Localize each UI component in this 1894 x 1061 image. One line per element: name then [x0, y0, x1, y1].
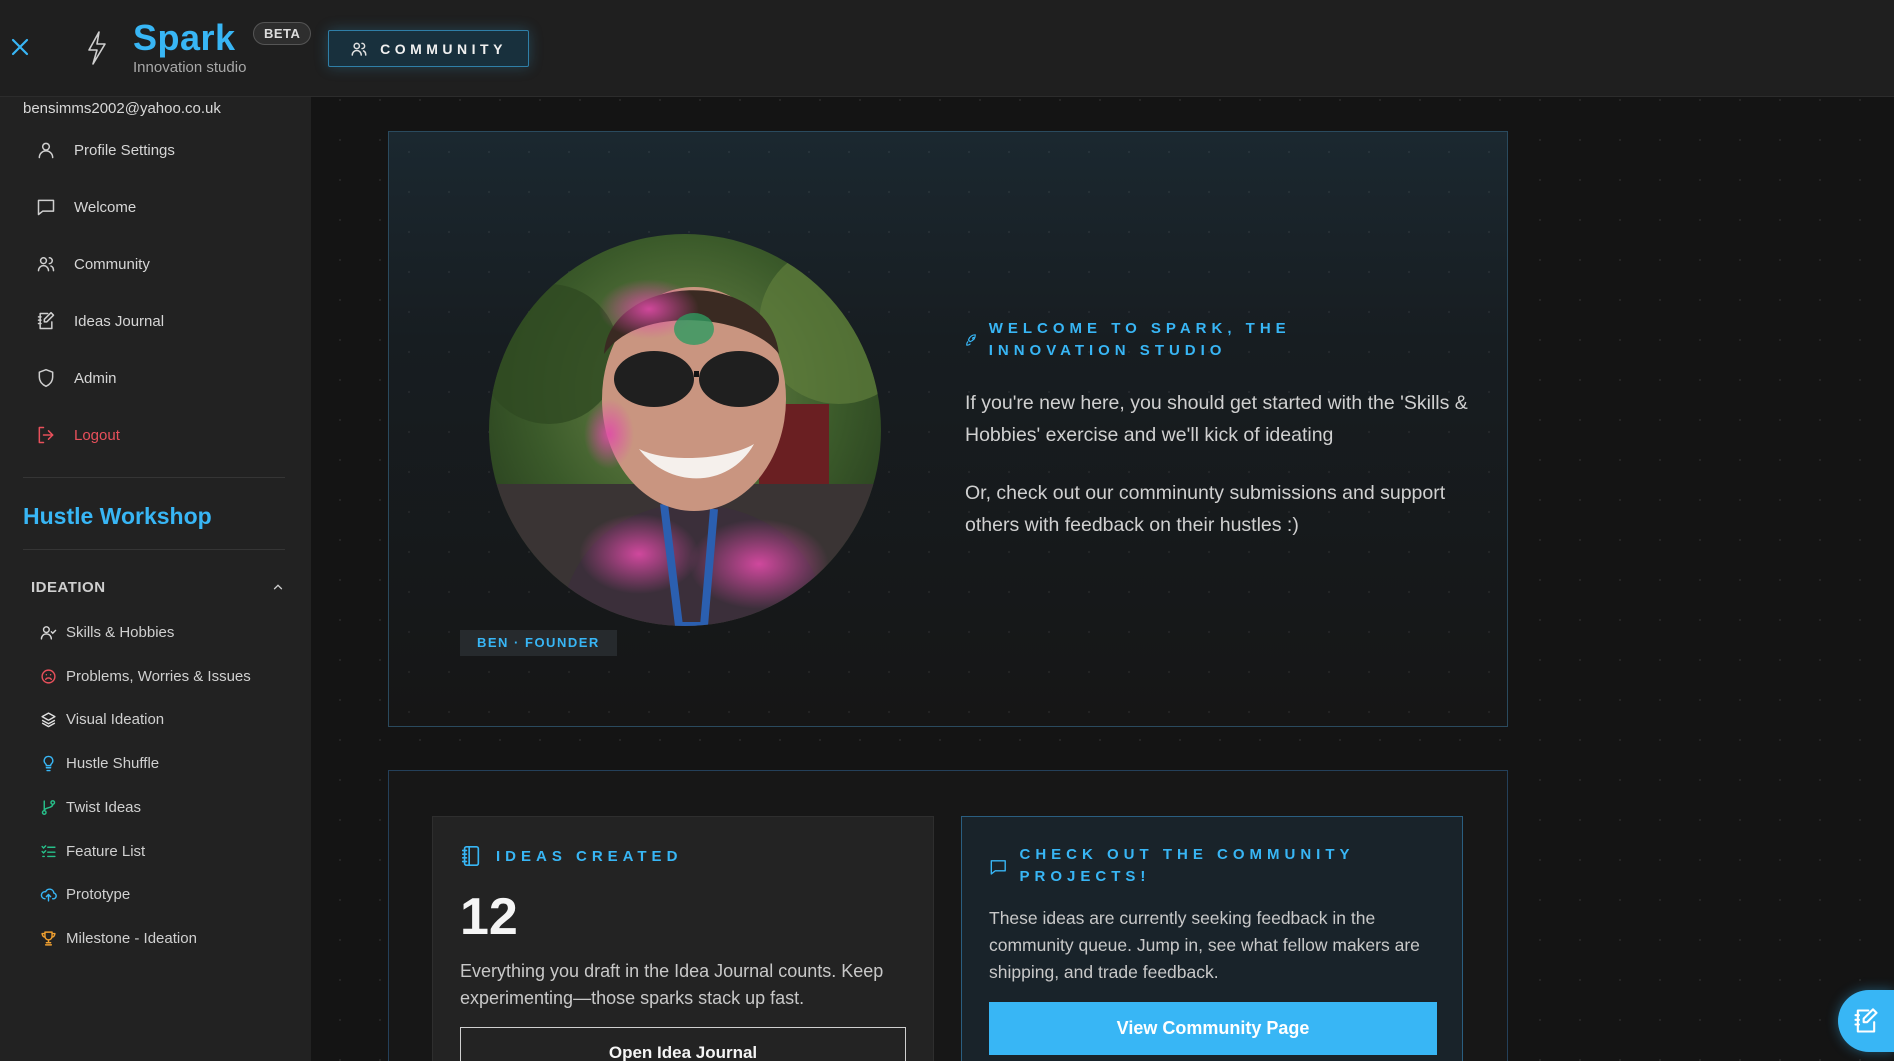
notebook-icon: [461, 846, 480, 866]
ideation-item-label: Feature List: [66, 842, 146, 860]
ideation-item-problems[interactable]: Problems, Worries & Issues: [40, 663, 251, 689]
founder-badge: BEN · FOUNDER: [460, 630, 617, 656]
welcome-paragraph-1: If you're new here, you should get start…: [965, 392, 1468, 446]
ideas-description: Everything you draft in the Idea Journal…: [460, 961, 884, 1008]
sidebar-item-admin[interactable]: Admin: [36, 360, 286, 396]
founder-photo: [489, 234, 881, 626]
sidebar-item-community[interactable]: Community: [36, 246, 286, 282]
journal-edit-icon: [37, 311, 55, 330]
ideation-item-twist-ideas[interactable]: Twist Ideas: [40, 794, 141, 820]
stats-section: IDEAS CREATED 12 Everything you draft in…: [388, 770, 1508, 1061]
ideation-section-title: IDEATION: [31, 578, 106, 596]
chat-icon: [990, 860, 1006, 875]
sidebar-divider: [23, 477, 285, 478]
sidebar-item-label: Ideas Journal: [74, 312, 165, 330]
close-icon[interactable]: [8, 35, 32, 59]
ideation-item-skills-hobbies[interactable]: Skills & Hobbies: [40, 619, 174, 645]
sidebar: bensimms2002@yahoo.co.uk Profile Setting…: [0, 97, 311, 1061]
ideation-item-feature-list[interactable]: Feature List: [40, 838, 145, 864]
community-projects-card: Check out the community projects! These …: [961, 816, 1463, 1061]
top-bar: Spark Innovation studio BETA COMMUNITY: [0, 0, 1894, 97]
sidebar-item-label: Profile Settings: [74, 141, 175, 159]
shield-icon: [38, 368, 54, 388]
community-button-label: COMMUNITY: [380, 40, 507, 57]
sidebar-divider: [23, 549, 285, 550]
list-checks-icon: [41, 844, 56, 857]
sidebar-item-label: Community: [74, 255, 150, 273]
ideation-item-label: Twist Ideas: [66, 798, 142, 816]
chevron-up-icon: [273, 584, 283, 590]
brand-name: Spark: [133, 17, 236, 58]
welcome-paragraph-2: Or, check out our comminunty submissions…: [965, 482, 1446, 536]
git-branch-icon: [41, 799, 56, 815]
rocket-icon: [966, 334, 976, 346]
logout-icon: [38, 426, 54, 444]
sidebar-item-label: Admin: [74, 369, 117, 387]
ideation-item-hustle-shuffle[interactable]: Hustle Shuffle: [40, 750, 159, 776]
view-community-page-button[interactable]: View Community Page: [989, 1002, 1437, 1055]
community-projects-title: Check out the community projects!: [1019, 846, 1355, 885]
sidebar-item-logout[interactable]: Logout: [36, 417, 286, 453]
ideation-item-label: Hustle Shuffle: [66, 754, 160, 772]
quick-journal-button[interactable]: [1838, 990, 1894, 1052]
ideation-item-milestone[interactable]: Milestone - Ideation: [40, 925, 197, 951]
workshop-title: Hustle Workshop: [23, 503, 212, 529]
user-email: bensimms2002@yahoo.co.uk: [23, 100, 221, 117]
community-projects-heading: Check out the community projects!: [989, 844, 1419, 888]
journal-edit-icon: [1854, 1008, 1878, 1033]
open-idea-journal-button[interactable]: Open Idea Journal: [460, 1027, 906, 1061]
ideas-created-title: IDEAS CREATED: [496, 847, 683, 865]
brand-subtitle: Innovation studio: [133, 59, 247, 76]
users-icon: [351, 42, 367, 56]
layers-icon: [41, 711, 56, 727]
sidebar-item-welcome[interactable]: Welcome: [36, 189, 286, 225]
ideation-item-label: Milestone - Ideation: [66, 929, 197, 947]
ideation-item-label: Problems, Worries & Issues: [66, 667, 251, 685]
user-icon: [38, 142, 54, 159]
sidebar-item-profile-settings[interactable]: Profile Settings: [36, 132, 286, 168]
ideas-created-card: IDEAS CREATED 12 Everything you draft in…: [432, 816, 934, 1061]
welcome-heading: Welcome to Spark, the Innovation Studio: [965, 318, 1365, 362]
ideation-section-toggle[interactable]: IDEATION: [31, 575, 285, 599]
sidebar-item-label: Welcome: [74, 198, 137, 216]
welcome-card: BEN · FOUNDER Welcome to Spark, the Inno…: [388, 131, 1508, 727]
ideation-item-label: Visual Ideation: [66, 710, 165, 728]
ideas-created-heading: IDEAS CREATED: [460, 844, 682, 868]
ideation-item-visual-ideation[interactable]: Visual Ideation: [40, 706, 164, 732]
ideation-item-label: Prototype: [66, 885, 131, 903]
chat-icon: [37, 199, 55, 216]
lightbulb-icon: [43, 755, 54, 771]
frown-icon: [41, 668, 56, 684]
cloud-upload-icon: [40, 887, 57, 902]
beta-badge: BETA: [253, 22, 312, 45]
ideas-count: 12: [460, 888, 518, 946]
user-check-icon: [40, 625, 57, 640]
sidebar-item-label: Logout: [74, 426, 120, 444]
bolt-icon: [84, 30, 110, 66]
community-description: These ideas are currently seeking feedba…: [989, 908, 1420, 982]
trophy-icon: [41, 930, 56, 946]
ideation-item-prototype[interactable]: Prototype: [40, 881, 130, 907]
sidebar-item-ideas-journal[interactable]: Ideas Journal: [36, 303, 286, 339]
welcome-heading-text: Welcome to Spark, the Innovation Studio: [988, 320, 1291, 359]
community-button[interactable]: COMMUNITY: [328, 30, 529, 67]
users-icon: [37, 257, 55, 272]
ideation-item-label: Skills & Hobbies: [66, 623, 175, 641]
